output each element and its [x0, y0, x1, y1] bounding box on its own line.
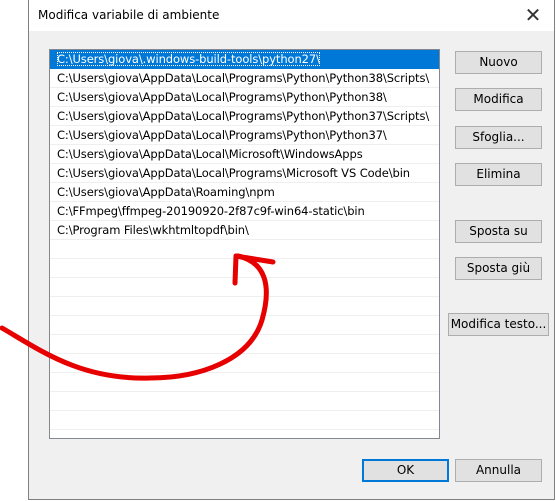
close-icon[interactable]: ✕	[520, 3, 546, 27]
path-list-item-text: C:\Program Files\wkhtmltopdf\bin\	[57, 223, 249, 237]
path-list-item[interactable]: C:\FFmpeg\ffmpeg-20190920-2f87c9f-win64-…	[50, 202, 439, 221]
edit-button[interactable]: Modifica	[455, 88, 542, 111]
empty-list-row[interactable]	[50, 392, 439, 411]
path-list-item[interactable]: C:\Users\giova\AppData\Local\Programs\Py…	[50, 69, 439, 88]
path-list-item-text: C:\Users\giova\AppData\Local\Programs\Mi…	[57, 166, 410, 180]
empty-list-row[interactable]	[50, 297, 439, 316]
edit-text-button[interactable]: Modifica testo...	[448, 313, 549, 336]
dialog-title: Modifica variabile di ambiente	[38, 8, 220, 22]
path-list-item-text: C:\Users\giova\AppData\Local\Microsoft\W…	[57, 147, 363, 161]
path-list-item[interactable]: C:\Users\giova\AppData\Roaming\npm	[50, 183, 439, 202]
path-list-item-text: C:\Users\giova\AppData\Local\Programs\Py…	[57, 90, 387, 104]
path-list-item-text: C:\Users\giova\AppData\Local\Programs\Py…	[57, 109, 430, 123]
ok-button[interactable]: OK	[362, 459, 449, 482]
path-list-item-text: C:\FFmpeg\ffmpeg-20190920-2f87c9f-win64-…	[57, 204, 365, 218]
empty-list-row[interactable]	[50, 373, 439, 392]
move-up-button[interactable]: Sposta su	[455, 220, 542, 243]
path-list-item[interactable]: C:\Program Files\wkhtmltopdf\bin\	[50, 221, 439, 240]
path-list-item-text: C:\Users\giova\.windows-build-tools\pyth…	[57, 52, 320, 66]
path-list-item[interactable]: C:\Users\giova\AppData\Local\Microsoft\W…	[50, 145, 439, 164]
empty-list-row[interactable]	[50, 316, 439, 335]
title-bar: Modifica variabile di ambiente ✕	[29, 0, 554, 31]
empty-list-row[interactable]	[50, 278, 439, 297]
edit-environment-variable-dialog: Modifica variabile di ambiente ✕ C:\User…	[28, 0, 555, 500]
empty-list-row[interactable]	[50, 354, 439, 373]
path-list[interactable]: C:\Users\giova\.windows-build-tools\pyth…	[49, 49, 440, 439]
empty-list-row[interactable]	[50, 240, 439, 259]
delete-button[interactable]: Elimina	[455, 163, 542, 186]
cancel-button[interactable]: Annulla	[455, 459, 542, 482]
path-list-item[interactable]: C:\Users\giova\AppData\Local\Programs\Py…	[50, 88, 439, 107]
move-down-button[interactable]: Sposta giù	[455, 257, 542, 280]
path-list-item-text: C:\Users\giova\AppData\Local\Programs\Py…	[57, 128, 387, 142]
empty-list-row[interactable]	[50, 411, 439, 430]
path-list-item-text: C:\Users\giova\AppData\Roaming\npm	[57, 185, 275, 199]
empty-list-row[interactable]	[50, 259, 439, 278]
path-list-item[interactable]: C:\Users\giova\.windows-build-tools\pyth…	[50, 50, 439, 69]
path-list-item[interactable]: C:\Users\giova\AppData\Local\Programs\Py…	[50, 107, 439, 126]
empty-list-row[interactable]	[50, 335, 439, 354]
new-button[interactable]: Nuovo	[455, 51, 542, 74]
browse-button[interactable]: Sfoglia...	[455, 126, 542, 149]
path-list-item-text: C:\Users\giova\AppData\Local\Programs\Py…	[57, 71, 430, 85]
path-list-item[interactable]: C:\Users\giova\AppData\Local\Programs\Py…	[50, 126, 439, 145]
path-list-item[interactable]: C:\Users\giova\AppData\Local\Programs\Mi…	[50, 164, 439, 183]
